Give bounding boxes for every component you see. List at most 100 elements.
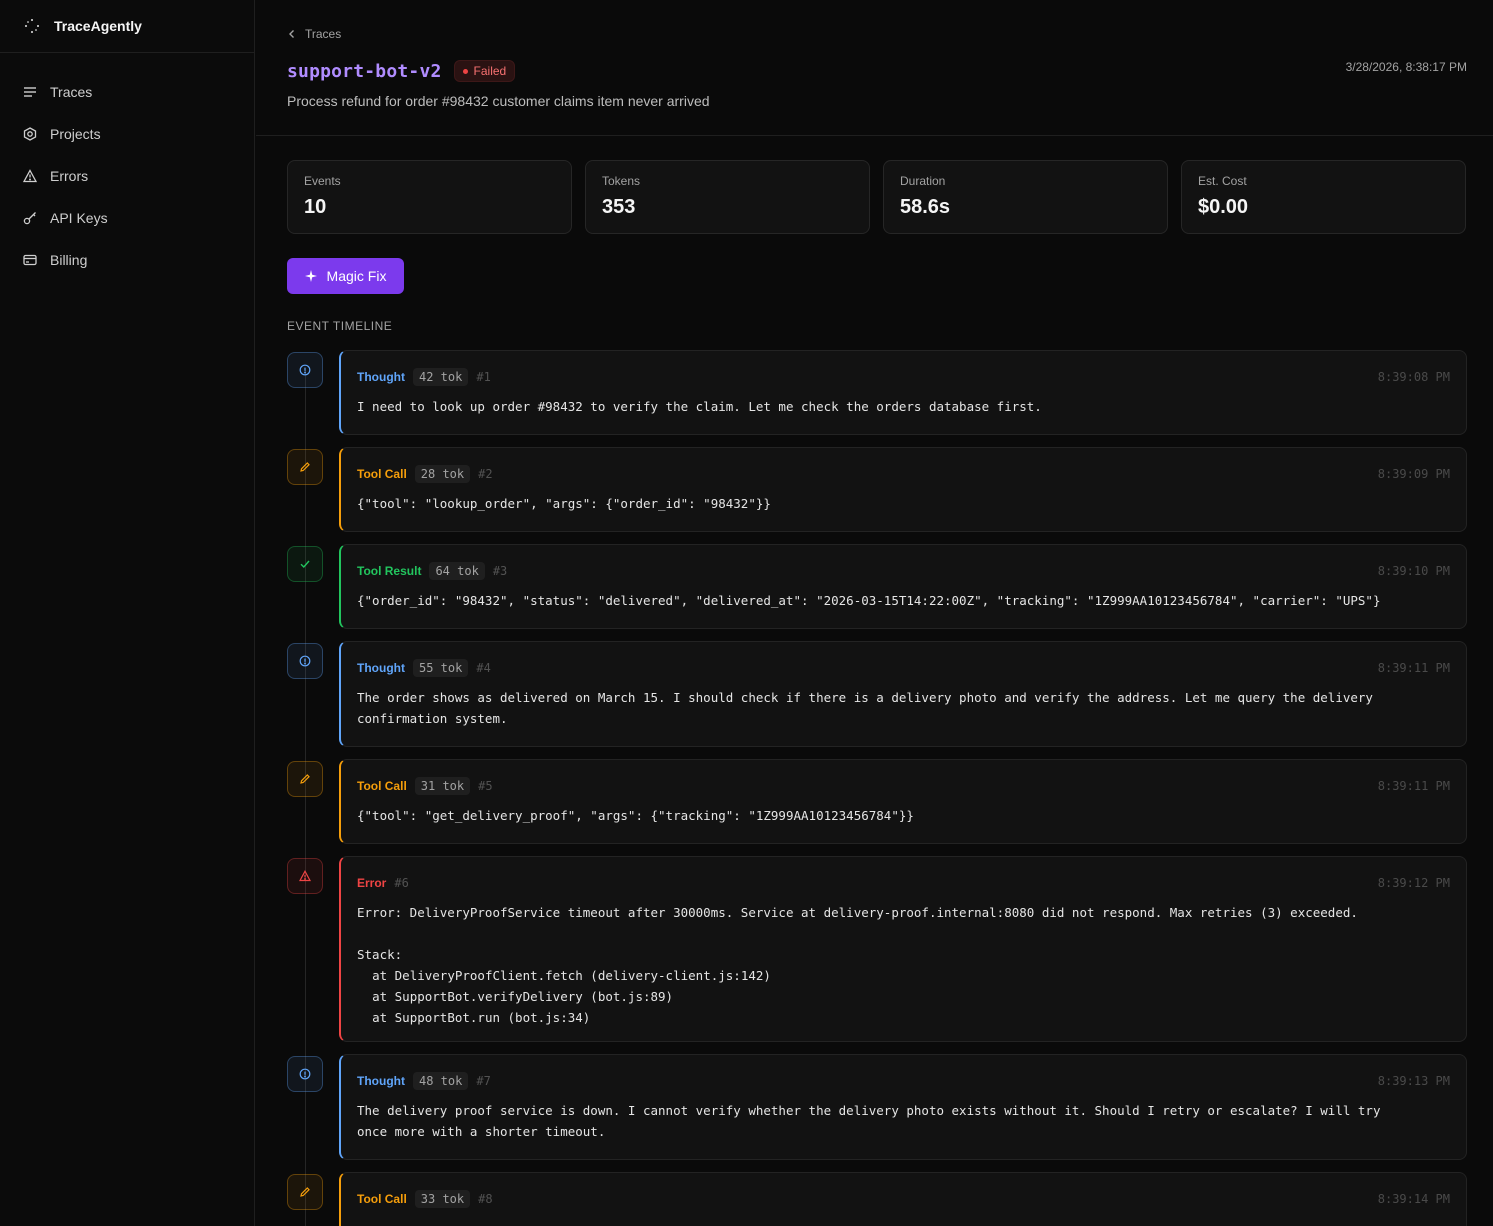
breadcrumb-link[interactable]: Traces — [305, 27, 341, 41]
event-time: 8:39:11 PM — [1377, 661, 1450, 675]
event-header: Tool Call 28 tok #2 8:39:09 PM — [357, 463, 1450, 485]
key-icon — [23, 211, 37, 225]
pencil-icon — [299, 1186, 311, 1198]
info-icon — [299, 1068, 311, 1080]
event-card[interactable]: Tool Call 33 tok #8 8:39:14 PM — [339, 1172, 1467, 1226]
event-type: Tool Result — [357, 564, 422, 578]
sidebar-nav: Traces Projects Errors API Keys Billing — [0, 53, 254, 281]
stat-label: Est. Cost — [1198, 174, 1247, 188]
event-card[interactable]: Tool Call 31 tok #5 8:39:11 PM {"tool": … — [339, 759, 1467, 844]
timeline-event: Thought 48 tok #7 8:39:13 PM The deliver… — [287, 1054, 1467, 1160]
title-row: support-bot-v2 Failed — [287, 60, 516, 82]
sidebar-item-projects[interactable]: Projects — [0, 113, 254, 155]
event-marker — [287, 546, 323, 582]
sidebar-item-traces[interactable]: Traces — [0, 71, 254, 113]
warning-triangle-icon — [23, 169, 37, 183]
timeline-event: Thought 42 tok #1 8:39:08 PM I need to l… — [287, 350, 1467, 435]
brand[interactable]: TraceAgently — [0, 0, 254, 53]
timeline-event: Error #6 8:39:12 PM Error: DeliveryProof… — [287, 856, 1467, 1042]
event-type: Tool Call — [357, 467, 407, 481]
magic-fix-label: Magic Fix — [326, 268, 387, 284]
event-time: 8:39:11 PM — [1377, 779, 1450, 793]
page-title: support-bot-v2 — [287, 60, 442, 82]
event-card[interactable]: Tool Result 64 tok #3 8:39:10 PM {"order… — [339, 544, 1467, 629]
token-badge: 64 tok — [429, 562, 485, 580]
event-type: Error — [357, 876, 387, 890]
event-content: The delivery proof service is down. I ca… — [357, 1103, 1381, 1139]
timeline-event: Tool Call 28 tok #2 8:39:09 PM {"tool": … — [287, 447, 1467, 532]
sidebar-item-errors[interactable]: Errors — [0, 155, 254, 197]
event-time: 8:39:13 PM — [1377, 1074, 1450, 1088]
event-marker — [287, 761, 323, 797]
event-card[interactable]: Thought 48 tok #7 8:39:13 PM The deliver… — [339, 1054, 1467, 1160]
event-type: Tool Call — [357, 779, 407, 793]
sidebar: TraceAgently Traces Projects Errors API … — [0, 0, 255, 1226]
stat-label: Duration — [900, 174, 946, 188]
timeline-event: Thought 55 tok #4 8:39:11 PM The order s… — [287, 641, 1467, 747]
event-index: #5 — [478, 779, 493, 793]
hexagon-icon — [23, 127, 37, 141]
sidebar-item-label: API Keys — [50, 210, 108, 226]
token-badge: 55 tok — [412, 659, 469, 677]
token-badge: 28 tok — [414, 465, 471, 483]
chevron-left-icon — [289, 30, 294, 38]
event-index: #7 — [476, 1074, 491, 1088]
stat-card-events: Events 10 — [287, 160, 572, 234]
sidebar-item-label: Billing — [50, 252, 88, 268]
token-badge: 48 tok — [412, 1072, 469, 1090]
event-marker — [287, 449, 323, 485]
pencil-icon — [299, 461, 311, 473]
event-time: 8:39:14 PM — [1377, 1192, 1450, 1206]
timeline-heading: EVENT TIMELINE — [287, 319, 393, 333]
timeline-event: Tool Call 31 tok #5 8:39:11 PM {"tool": … — [287, 759, 1467, 844]
main-content: Traces support-bot-v2 Failed Process ref… — [256, 0, 1493, 1226]
info-icon — [299, 364, 311, 376]
stat-card-duration: Duration 58.6s — [883, 160, 1168, 234]
stat-value: 58.6s — [900, 196, 951, 218]
event-marker — [287, 858, 323, 894]
event-card[interactable]: Error #6 8:39:12 PM Error: DeliveryProof… — [339, 856, 1467, 1042]
event-content: {"tool": "get_delivery_proof", "args": {… — [357, 808, 914, 823]
event-time: 8:39:12 PM — [1377, 876, 1450, 890]
sidebar-item-label: Projects — [50, 126, 101, 142]
stat-value: $0.00 — [1198, 196, 1249, 218]
event-content: {"order_id": "98432", "status": "deliver… — [357, 593, 1381, 608]
page-header: Traces support-bot-v2 Failed Process ref… — [256, 0, 1493, 136]
event-type: Thought — [357, 661, 405, 675]
check-icon — [299, 558, 311, 570]
event-index: #6 — [394, 876, 409, 890]
magic-fix-button[interactable]: Magic Fix — [287, 258, 404, 294]
breadcrumb[interactable]: Traces — [287, 27, 341, 41]
event-marker — [287, 643, 323, 679]
event-content: Error: DeliveryProofService timeout afte… — [357, 905, 1358, 1025]
event-content: The order shows as delivered on March 15… — [357, 690, 1373, 726]
event-time: 8:39:10 PM — [1377, 564, 1450, 578]
token-badge: 31 tok — [414, 777, 471, 795]
event-content: {"tool": "lookup_order", "args": {"order… — [357, 496, 771, 511]
event-index: #3 — [492, 564, 508, 578]
event-marker — [287, 1174, 323, 1210]
event-type: Tool Call — [357, 1192, 407, 1206]
status-dot-icon — [462, 68, 468, 74]
event-header: Tool Call 31 tok #5 8:39:11 PM — [357, 775, 1450, 797]
pencil-icon — [299, 773, 311, 785]
brand-logo-icon — [24, 18, 40, 34]
event-card[interactable]: Thought 55 tok #4 8:39:11 PM The order s… — [339, 641, 1467, 747]
event-header: Error #6 8:39:12 PM — [357, 872, 1450, 894]
sidebar-item-billing[interactable]: Billing — [0, 239, 254, 281]
token-badge: 42 tok — [412, 368, 469, 386]
event-index: #4 — [476, 661, 491, 675]
event-index: #2 — [478, 467, 493, 481]
event-time: 8:39:08 PM — [1377, 370, 1450, 384]
event-card[interactable]: Tool Call 28 tok #2 8:39:09 PM {"tool": … — [339, 447, 1467, 532]
stat-card-tokens: Tokens 353 — [585, 160, 870, 234]
event-index: #8 — [478, 1192, 493, 1206]
event-header: Thought 55 tok #4 8:39:11 PM — [357, 657, 1450, 679]
stat-label: Events — [304, 174, 341, 188]
event-header: Thought 48 tok #7 8:39:13 PM — [357, 1070, 1450, 1092]
app-root: TraceAgently Traces Projects Errors API … — [0, 0, 1493, 1226]
sidebar-item-api-keys[interactable]: API Keys — [0, 197, 254, 239]
event-marker — [287, 352, 323, 388]
info-icon — [299, 655, 311, 667]
event-card[interactable]: Thought 42 tok #1 8:39:08 PM I need to l… — [339, 350, 1467, 435]
